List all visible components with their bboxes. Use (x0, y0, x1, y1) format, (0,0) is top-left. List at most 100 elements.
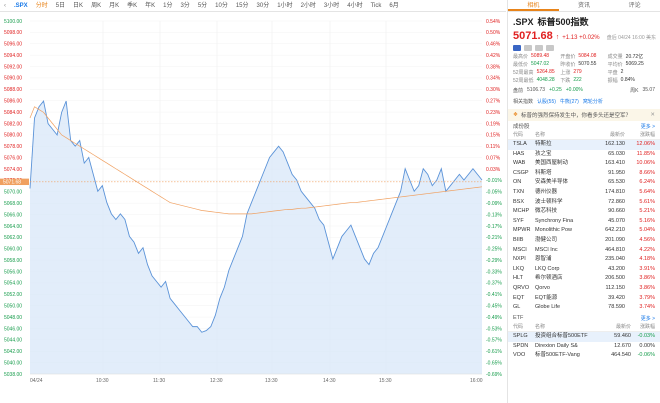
table-row[interactable]: VOO 标普500ETF-Vang 464.540 -0.06% (508, 351, 660, 361)
period-tab[interactable]: 年K (141, 0, 159, 11)
left-tick-label: 5076.00 (4, 155, 22, 161)
stat-value: 2 (620, 69, 624, 75)
tab-quote[interactable]: 相机 (508, 0, 559, 11)
table-row[interactable]: SYF Synchrony Fina 45.070 5.16% (508, 217, 660, 227)
cell-code: NXPI (513, 256, 526, 263)
quote-stats: 最高价 5089.48 开盘价 5084.08 成交量 20.72亿 最低价 5047.02 昨… (513, 53, 655, 84)
cell-price: 59.460 (614, 333, 631, 339)
right-tick-label: 0.38% (486, 64, 501, 70)
pre-market-pct: +0.00% (565, 87, 583, 93)
period-tab[interactable]: Tick (367, 0, 386, 11)
related-label: 相关指数 (513, 99, 534, 105)
period-tab[interactable]: 周K (87, 0, 105, 11)
period-tab[interactable]: 5分 (194, 0, 211, 11)
table-row[interactable]: BSX 波士顿科学 72.860 5.61% (508, 198, 660, 208)
cell-name: 安森美半导体 (535, 179, 569, 186)
period-tab[interactable]: 日K (69, 0, 87, 11)
cbbc-link[interactable]: 牛熊(27) (560, 98, 579, 105)
share-icon[interactable] (546, 45, 554, 51)
col-name[interactable]: 名称 (535, 131, 581, 140)
table-row[interactable]: ON 安森美半导体 65.530 6.24% (508, 178, 660, 188)
x-tick-label: 10:30 (96, 378, 109, 384)
tab-comments[interactable]: 评论 (609, 0, 660, 11)
symbol-label[interactable]: .SPX (10, 0, 32, 11)
table-row[interactable]: TXN 德州仪器 174.810 5.64% (508, 188, 660, 198)
warrant-analysis-link[interactable]: 窝轮分析 (583, 98, 603, 105)
constituents-more-link[interactable]: 更多 > (641, 123, 655, 130)
cell-pct: 11.85% (636, 150, 655, 157)
cell-price: 174.810 (605, 188, 625, 195)
table-row[interactable]: MCHP 微芯科技 90.660 5.21% (508, 207, 660, 217)
table-row[interactable]: LKQ LKQ Corp 43.200 3.91% (508, 265, 660, 275)
cell-pct: 8.66% (639, 169, 655, 176)
period-tab[interactable]: 3小时 (320, 0, 343, 11)
table-row[interactable]: MSCI MSCI Inc 464.810 4.22% (508, 246, 660, 256)
right-tick-label: -0.49% (486, 315, 502, 321)
right-tick-label: 0.15% (486, 133, 501, 139)
period-tab[interactable]: 1分 (159, 0, 176, 11)
close-banner-icon[interactable]: ✕ (650, 112, 655, 118)
cell-price: 78.590 (608, 304, 625, 311)
left-tick-label: 5044.00 (4, 338, 22, 344)
stat-value: 5070.55 (578, 61, 597, 67)
etf-more-link[interactable]: 更多 > (641, 315, 655, 322)
col-code[interactable]: 代码 (513, 131, 535, 140)
period-tab[interactable]: 15分 (232, 0, 253, 11)
table-row[interactable]: MPWR Monolithic Pow 642.210 5.04% (508, 226, 660, 236)
left-tick-label: 5078.00 (4, 144, 22, 150)
left-tick-label: 5082.00 (4, 121, 22, 127)
left-tick-label: 5064.00 (4, 224, 22, 230)
chart-icon[interactable] (524, 45, 532, 51)
tab-news[interactable]: 资讯 (559, 0, 610, 11)
right-tick-label: -0.29% (486, 258, 502, 264)
cell-price: 162.130 (605, 141, 625, 147)
cell-pct: 10.06% (636, 160, 655, 167)
period-tab[interactable]: 1小时 (273, 0, 296, 11)
period-tab[interactable]: 5日 (52, 0, 69, 11)
table-row[interactable]: HAS 孩之宝 65.030 11.85% (508, 150, 660, 160)
table-row[interactable]: BIIB 渤健公司 201.090 4.56% (508, 236, 660, 246)
left-tick-label: 5092.00 (4, 64, 22, 70)
warrants-link[interactable]: 认股(55) (537, 98, 556, 105)
period-tab[interactable]: 分时 (32, 0, 52, 11)
table-row[interactable]: QRVO Qorvo 112.150 3.86% (508, 284, 660, 294)
col-price[interactable]: 最新价 (581, 131, 625, 140)
col-pct[interactable]: 涨跌幅 (625, 131, 655, 140)
alert-icon[interactable] (535, 45, 543, 51)
table-row[interactable]: SPDN Direxion Daily S& 12.670 0.00% (508, 342, 660, 352)
table-row[interactable]: CSGP 科斯塔 91.950 8.66% (508, 169, 660, 179)
left-tick-label: 5074.00 (4, 167, 22, 173)
stat-label: 平盘 (607, 70, 618, 76)
intraday-chart[interactable]: 5100.00 0.54% 5098.00 0.50% 5096.00 0.46% 5094… (0, 12, 506, 403)
back-arrow-icon[interactable]: ‹ (0, 0, 10, 11)
cell-name: Globe Life (535, 304, 561, 311)
cell-pct: 3.91% (639, 265, 655, 272)
sentiment-banner[interactable]: ❖ 标普的强烈保持发生中，你看多头还是空军？ ✕ (508, 109, 660, 121)
table-row[interactable]: HLT 希尔顿酒店 206.500 3.86% (508, 274, 660, 284)
table-row[interactable]: SPLG 投资组合标普500ETF 59.460 -0.03% (508, 332, 660, 342)
cell-pct: 4.56% (639, 236, 655, 243)
table-row[interactable]: WAB 美国西屋制动 163.410 10.06% (508, 159, 660, 169)
table-row[interactable]: TSLA 特斯拉 162.130 12.06% (508, 140, 660, 150)
table-row[interactable]: NXPI 恩智浦 235.040 4.18% (508, 255, 660, 265)
period-tab[interactable]: 季K (123, 0, 141, 11)
period-tab[interactable]: 10分 (211, 0, 232, 11)
stat-label: 最高价 (513, 54, 529, 60)
cell-pct: 6.24% (639, 179, 655, 186)
period-tab[interactable]: 月K (105, 0, 123, 11)
period-tab[interactable]: 3分 (176, 0, 193, 11)
period-tab[interactable]: 4小时 (343, 0, 366, 11)
x-tick-label: 14:30 (323, 378, 336, 384)
cell-code: CSGP (513, 169, 529, 176)
table-row[interactable]: GL Globe Life 78.590 3.74% (508, 303, 660, 313)
table-row[interactable]: EQT EQT能源 39.420 3.79% (508, 294, 660, 304)
period-tab[interactable]: 30分 (253, 0, 274, 11)
stat-value: 5264.85 (536, 69, 555, 75)
period-tab[interactable]: 6月 (385, 0, 402, 11)
cell-name: 特斯拉 (535, 141, 552, 147)
cell-code: SYF (513, 217, 524, 224)
etf-col-name: 名称 (535, 324, 546, 330)
stat-cell: 52周最低 4048.28 (513, 77, 560, 84)
quote-price: 5071.68 (513, 30, 553, 42)
period-tab[interactable]: 2小时 (297, 0, 320, 11)
